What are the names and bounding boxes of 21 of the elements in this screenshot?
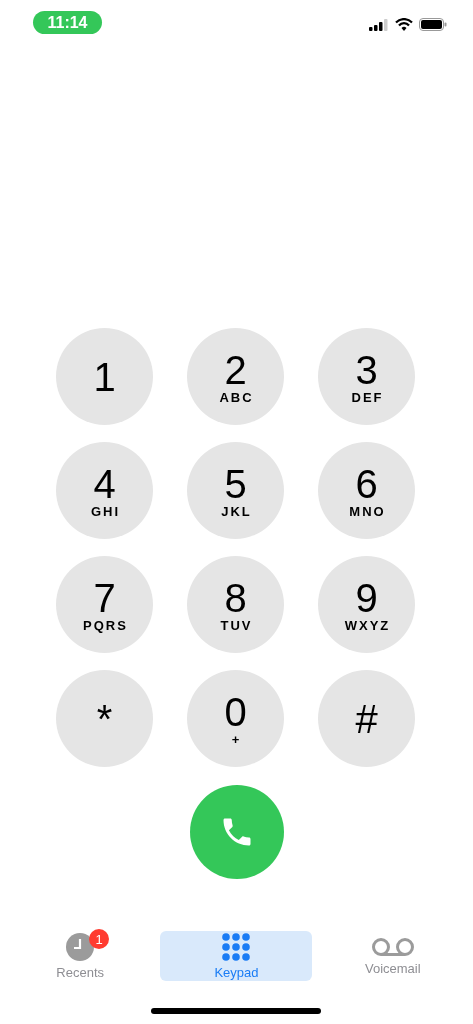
- status-time: 11:14: [33, 11, 102, 34]
- keypad-key[interactable]: 6 MNO: [318, 442, 415, 539]
- keypad-icon: [222, 932, 251, 961]
- clock-icon: [66, 932, 95, 961]
- voicemail-icon: [370, 936, 415, 957]
- keypad-key[interactable]: 8 TUV: [187, 556, 284, 653]
- battery-icon: [419, 18, 447, 31]
- keypad-key[interactable]: 5 JKL: [187, 442, 284, 539]
- notification-badge: 1: [89, 929, 110, 949]
- keypad-key[interactable]: 1: [56, 328, 153, 425]
- keypad-key[interactable]: 3 DEF: [318, 328, 415, 425]
- keypad-key[interactable]: #: [318, 670, 415, 767]
- keypad-key[interactable]: 2 ABC: [187, 328, 284, 425]
- keypad-key[interactable]: 4 GHI: [56, 442, 153, 539]
- signal-icon: [369, 18, 389, 31]
- keypad-key[interactable]: 0 +: [187, 670, 284, 767]
- keypad-key[interactable]: 9 WXYZ: [318, 556, 415, 653]
- wifi-icon: [395, 18, 413, 31]
- tab[interactable]: Recents 1: [4, 931, 157, 981]
- keypad-key[interactable]: *: [56, 670, 153, 767]
- keypad-key[interactable]: 7 PQRS: [56, 556, 153, 653]
